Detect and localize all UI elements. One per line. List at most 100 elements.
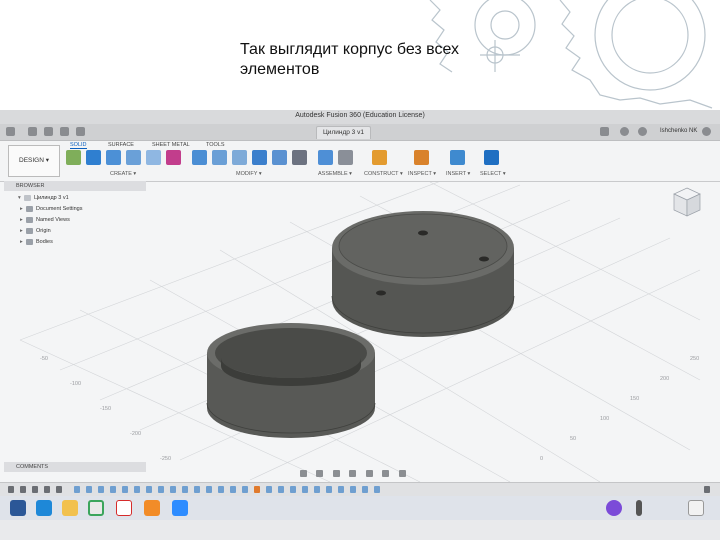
timeline-feature-icon[interactable] xyxy=(206,486,212,493)
timeline-feature-icon[interactable] xyxy=(134,486,140,493)
tab-bar: Цилиндр 3 v1 Ishchenko NK xyxy=(0,124,720,141)
extrude-icon[interactable] xyxy=(86,150,101,165)
group-modify[interactable]: MODIFY ▾ xyxy=(236,171,262,177)
group-select[interactable]: SELECT ▾ xyxy=(480,171,506,177)
timeline-play-icon[interactable] xyxy=(32,486,38,493)
revolve-icon[interactable] xyxy=(106,150,121,165)
measure-icon[interactable] xyxy=(414,150,429,165)
timeline-feature-icon[interactable] xyxy=(230,486,236,493)
timeline-feature-icon[interactable] xyxy=(194,486,200,493)
job-status-icon[interactable] xyxy=(620,127,629,136)
group-inspect[interactable]: INSPECT ▾ xyxy=(408,171,436,177)
undo-icon[interactable] xyxy=(60,127,69,136)
timeline-feature-icon[interactable] xyxy=(182,486,188,493)
fusion360-icon[interactable] xyxy=(144,500,160,516)
fillet-icon[interactable] xyxy=(212,150,227,165)
timeline-feature-icon[interactable] xyxy=(278,486,284,493)
grid-menu-icon[interactable] xyxy=(6,127,15,136)
windows-start-icon[interactable] xyxy=(10,500,26,516)
form-icon[interactable] xyxy=(166,150,181,165)
insert-image-icon[interactable] xyxy=(450,150,465,165)
browser-item-named-views[interactable]: ▸ Named Views xyxy=(20,216,70,225)
orbit-icon[interactable] xyxy=(300,470,307,477)
browser-header[interactable]: BROWSER xyxy=(4,181,146,191)
timeline-feature-icon[interactable] xyxy=(242,486,248,493)
grid-settings-icon[interactable] xyxy=(398,470,406,477)
hole-icon[interactable] xyxy=(126,150,141,165)
timeline-feature-icon[interactable] xyxy=(266,486,272,493)
tab-tools[interactable]: TOOLS xyxy=(206,142,225,148)
comments-panel[interactable]: COMMENTS xyxy=(4,462,146,472)
yandex-browser-icon[interactable] xyxy=(116,500,132,516)
timeline-settings-icon[interactable] xyxy=(704,486,710,493)
assistant-icon[interactable] xyxy=(606,500,622,516)
offset-plane-icon[interactable] xyxy=(372,150,387,165)
group-create[interactable]: CREATE ▾ xyxy=(110,171,136,177)
timeline-back-icon[interactable] xyxy=(20,486,26,493)
timeline-forward-icon[interactable] xyxy=(44,486,50,493)
timeline-feature-icon[interactable] xyxy=(158,486,164,493)
timeline-feature-icon[interactable] xyxy=(86,486,92,493)
browser-item-origin[interactable]: ▸ Origin xyxy=(20,227,51,236)
user-name[interactable]: Ishchenko NK xyxy=(660,128,697,134)
timeline-feature-icon[interactable] xyxy=(302,486,308,493)
view-cube[interactable] xyxy=(672,186,702,220)
scale-icon[interactable] xyxy=(272,150,287,165)
timeline-feature-icon[interactable] xyxy=(350,486,356,493)
tray-app-icon[interactable] xyxy=(688,500,704,516)
new-tab-icon[interactable] xyxy=(600,127,609,136)
tab-sheet-metal[interactable]: SHEET METAL xyxy=(152,142,190,148)
file-explorer-icon[interactable] xyxy=(62,500,78,516)
create-sketch-icon[interactable] xyxy=(66,150,81,165)
save-icon[interactable] xyxy=(44,127,53,136)
timeline-feature-icon[interactable] xyxy=(74,486,80,493)
timeline-marker-icon[interactable] xyxy=(254,486,260,493)
workspace-button[interactable]: DESIGN ▾ xyxy=(8,145,60,177)
browser-item-document-settings[interactable]: ▸ Document Settings xyxy=(20,205,82,214)
display-settings-icon[interactable] xyxy=(382,470,390,477)
file-icon[interactable] xyxy=(28,127,37,136)
press-pull-icon[interactable] xyxy=(192,150,207,165)
timeline-end-icon[interactable] xyxy=(56,486,62,493)
timeline-feature-icon[interactable] xyxy=(326,486,332,493)
help-icon[interactable] xyxy=(702,127,711,136)
look-at-icon[interactable] xyxy=(316,470,324,477)
timeline-feature-icon[interactable] xyxy=(314,486,320,493)
move-icon[interactable] xyxy=(292,150,307,165)
timeline-feature-icon[interactable] xyxy=(338,486,344,493)
timeline-feature-icon[interactable] xyxy=(374,486,380,493)
tab-solid[interactable]: SOLID xyxy=(70,142,87,149)
browser-item-bodies[interactable]: ▸ Bodies xyxy=(20,238,53,247)
timeline-feature-icon[interactable] xyxy=(170,486,176,493)
zoom-icon[interactable] xyxy=(349,470,357,477)
group-assemble[interactable]: ASSEMBLE ▾ xyxy=(318,171,352,177)
new-component-icon[interactable] xyxy=(318,150,333,165)
group-insert[interactable]: INSERT ▾ xyxy=(446,171,470,177)
redo-icon[interactable] xyxy=(76,127,85,136)
browser-item-label: Origin xyxy=(36,228,51,234)
group-construct[interactable]: CONSTRUCT ▾ xyxy=(364,171,403,177)
zoom-app-icon[interactable] xyxy=(172,500,188,516)
pan-icon[interactable] xyxy=(332,470,340,477)
tray-icon[interactable] xyxy=(636,500,642,516)
select-icon[interactable] xyxy=(484,150,499,165)
fit-icon[interactable] xyxy=(365,470,373,477)
browser-root[interactable]: ▾ Цилиндр 3 v1 xyxy=(18,194,69,203)
timeline-feature-icon[interactable] xyxy=(98,486,104,493)
timeline-feature-icon[interactable] xyxy=(122,486,128,493)
edge-browser-icon[interactable] xyxy=(36,500,52,516)
timeline-feature-icon[interactable] xyxy=(110,486,116,493)
joint-icon[interactable] xyxy=(338,150,353,165)
timeline-feature-icon[interactable] xyxy=(218,486,224,493)
shell-icon[interactable] xyxy=(232,150,247,165)
timeline-start-icon[interactable] xyxy=(8,486,14,493)
timeline-feature-icon[interactable] xyxy=(290,486,296,493)
pattern-icon[interactable] xyxy=(146,150,161,165)
timeline-feature-icon[interactable] xyxy=(146,486,152,493)
notifications-icon[interactable] xyxy=(638,127,647,136)
document-tab[interactable]: Цилиндр 3 v1 xyxy=(316,126,371,139)
tab-surface[interactable]: SURFACE xyxy=(108,142,134,148)
combine-icon[interactable] xyxy=(252,150,267,165)
timeline-feature-icon[interactable] xyxy=(362,486,368,493)
chrome-browser-icon[interactable] xyxy=(88,500,104,516)
